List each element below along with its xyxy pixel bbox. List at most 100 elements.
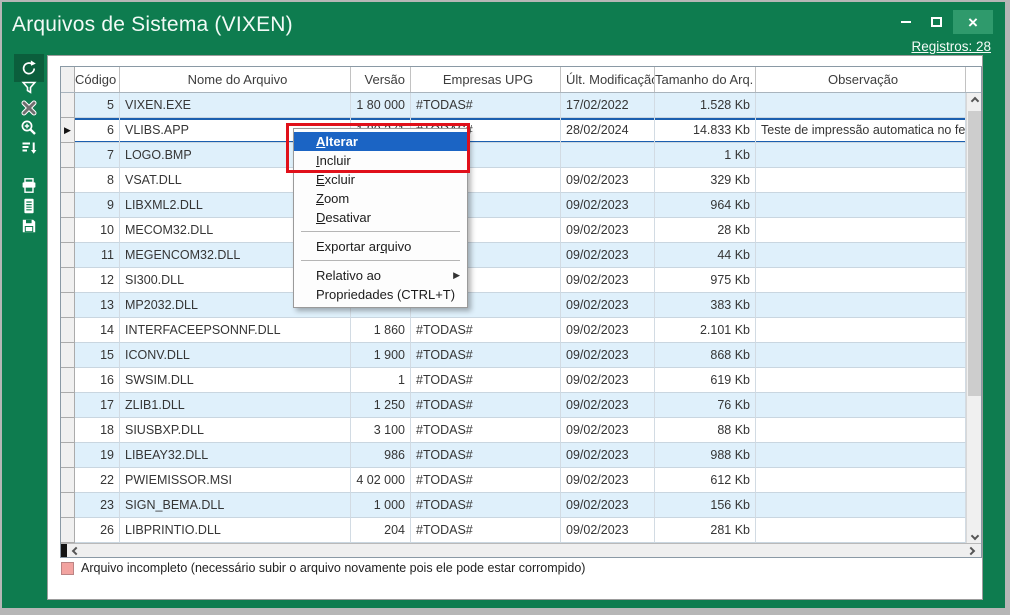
cell-codigo[interactable]: 14 [75,318,120,343]
cell-modificacao[interactable]: 17/02/2022 [561,93,655,118]
cell-nome[interactable]: LIBEAY32.DLL [120,443,351,468]
cell-obs[interactable] [756,293,966,318]
cell-versao[interactable]: 1 860 [351,318,411,343]
table-row[interactable]: 12SI300.DLL09/02/2023975 Kb [61,268,981,293]
cell-modificacao[interactable]: 09/02/2023 [561,268,655,293]
cell-empresas[interactable]: #TODAS# [411,93,561,118]
cell-nome[interactable]: VIXEN.EXE [120,93,351,118]
cell-tamanho[interactable]: 964 Kb [655,193,756,218]
column-header[interactable]: Tamanho do Arq. [655,67,756,92]
menu-item-incluir[interactable]: Incluir [294,151,467,170]
cell-codigo[interactable]: 6 [75,118,120,143]
cell-obs[interactable] [756,318,966,343]
cell-modificacao[interactable]: 09/02/2023 [561,518,655,543]
cell-obs[interactable] [756,468,966,493]
cell-tamanho[interactable]: 1.528 Kb [655,93,756,118]
cell-codigo[interactable]: 22 [75,468,120,493]
cell-versao[interactable]: 986 [351,443,411,468]
table-row[interactable]: 23SIGN_BEMA.DLL1 000#TODAS#09/02/2023156… [61,493,981,518]
maximize-button[interactable] [923,10,949,34]
cell-nome[interactable]: SIUSBXP.DLL [120,418,351,443]
menu-item-zoom[interactable]: Zoom [294,189,467,208]
table-row[interactable]: 10MECOM32.DLL09/02/202328 Kb [61,218,981,243]
cell-obs[interactable] [756,168,966,193]
cell-codigo[interactable]: 26 [75,518,120,543]
cell-codigo[interactable]: 13 [75,293,120,318]
clear-filter-button[interactable] [14,97,44,119]
column-header[interactable]: Nome do Arquivo [120,67,351,92]
cell-tamanho[interactable]: 281 Kb [655,518,756,543]
horizontal-scrollbar[interactable] [61,543,981,557]
vertical-scrollbar[interactable] [966,93,981,543]
table-row[interactable]: ▶6VLIBS.APP1 80 271#TODAS#28/02/202414.8… [61,118,981,143]
close-button[interactable]: × [953,10,993,34]
report-button[interactable] [14,195,44,217]
cell-empresas[interactable]: #TODAS# [411,393,561,418]
cell-tamanho[interactable]: 156 Kb [655,493,756,518]
cell-codigo[interactable]: 17 [75,393,120,418]
cell-modificacao[interactable]: 09/02/2023 [561,168,655,193]
cell-modificacao[interactable]: 09/02/2023 [561,393,655,418]
column-header[interactable]: Observação [756,67,966,92]
table-row[interactable]: 5VIXEN.EXE1 80 000#TODAS#17/02/20221.528… [61,93,981,118]
cell-obs[interactable] [756,518,966,543]
cell-codigo[interactable]: 8 [75,168,120,193]
cell-nome[interactable]: SWSIM.DLL [120,368,351,393]
filter-button[interactable] [14,77,44,99]
cell-nome[interactable]: INTERFACEEPSONNF.DLL [120,318,351,343]
table-row[interactable]: 22PWIEMISSOR.MSI4 02 000#TODAS#09/02/202… [61,468,981,493]
column-header[interactable]: Código [75,67,120,92]
cell-tamanho[interactable]: 28 Kb [655,218,756,243]
cell-codigo[interactable]: 7 [75,143,120,168]
table-row[interactable]: 13MP2032.DLL09/02/2023383 Kb [61,293,981,318]
save-button[interactable] [14,215,44,237]
table-row[interactable]: 26LIBPRINTIO.DLL204#TODAS#09/02/2023281 … [61,518,981,543]
cell-modificacao[interactable]: 09/02/2023 [561,243,655,268]
cell-obs[interactable] [756,368,966,393]
cell-obs[interactable] [756,218,966,243]
cell-codigo[interactable]: 9 [75,193,120,218]
cell-modificacao[interactable]: 09/02/2023 [561,218,655,243]
cell-empresas[interactable]: #TODAS# [411,518,561,543]
table-row[interactable]: 9LIBXML2.DLL09/02/2023964 Kb [61,193,981,218]
scroll-right-button[interactable] [963,544,979,557]
print-button[interactable] [14,175,44,197]
cell-modificacao[interactable]: 09/02/2023 [561,368,655,393]
cell-modificacao[interactable] [561,143,655,168]
menu-item-excluir[interactable]: Excluir [294,170,467,189]
column-header[interactable]: Versão [351,67,411,92]
cell-tamanho[interactable]: 88 Kb [655,418,756,443]
cell-tamanho[interactable]: 1 Kb [655,143,756,168]
table-row[interactable]: 18SIUSBXP.DLL3 100#TODAS#09/02/202388 Kb [61,418,981,443]
cell-tamanho[interactable]: 76 Kb [655,393,756,418]
cell-tamanho[interactable]: 868 Kb [655,343,756,368]
menu-item-desativar[interactable]: Desativar [294,208,467,227]
menu-item-alterar[interactable]: Alterar [294,132,467,151]
scroll-up-button[interactable] [967,93,982,108]
cell-empresas[interactable]: #TODAS# [411,318,561,343]
cell-tamanho[interactable]: 619 Kb [655,368,756,393]
cell-nome[interactable]: PWIEMISSOR.MSI [120,468,351,493]
cell-modificacao[interactable]: 09/02/2023 [561,468,655,493]
cell-obs[interactable] [756,268,966,293]
cell-codigo[interactable]: 10 [75,218,120,243]
registros-link[interactable]: Registros: 28 [911,39,991,54]
column-header[interactable]: Últ. Modificação [561,67,655,92]
cell-versao[interactable]: 1 80 000 [351,93,411,118]
cell-nome[interactable]: ZLIB1.DLL [120,393,351,418]
table-row[interactable]: 8VSAT.DLL09/02/2023329 Kb [61,168,981,193]
cell-tamanho[interactable]: 329 Kb [655,168,756,193]
vertical-scroll-thumb[interactable] [968,111,981,396]
cell-versao[interactable]: 1 000 [351,493,411,518]
zoom-button[interactable] [14,117,44,139]
table-row[interactable]: 11MEGENCOM32.DLL09/02/202344 Kb [61,243,981,268]
cell-tamanho[interactable]: 2.101 Kb [655,318,756,343]
table-row[interactable]: 7LOGO.BMP1 Kb [61,143,981,168]
cell-empresas[interactable]: #TODAS# [411,443,561,468]
table-row[interactable]: 19LIBEAY32.DLL986#TODAS#09/02/2023988 Kb [61,443,981,468]
cell-versao[interactable]: 4 02 000 [351,468,411,493]
cell-nome[interactable]: ICONV.DLL [120,343,351,368]
cell-obs[interactable] [756,93,966,118]
cell-tamanho[interactable]: 383 Kb [655,293,756,318]
cell-obs[interactable] [756,443,966,468]
